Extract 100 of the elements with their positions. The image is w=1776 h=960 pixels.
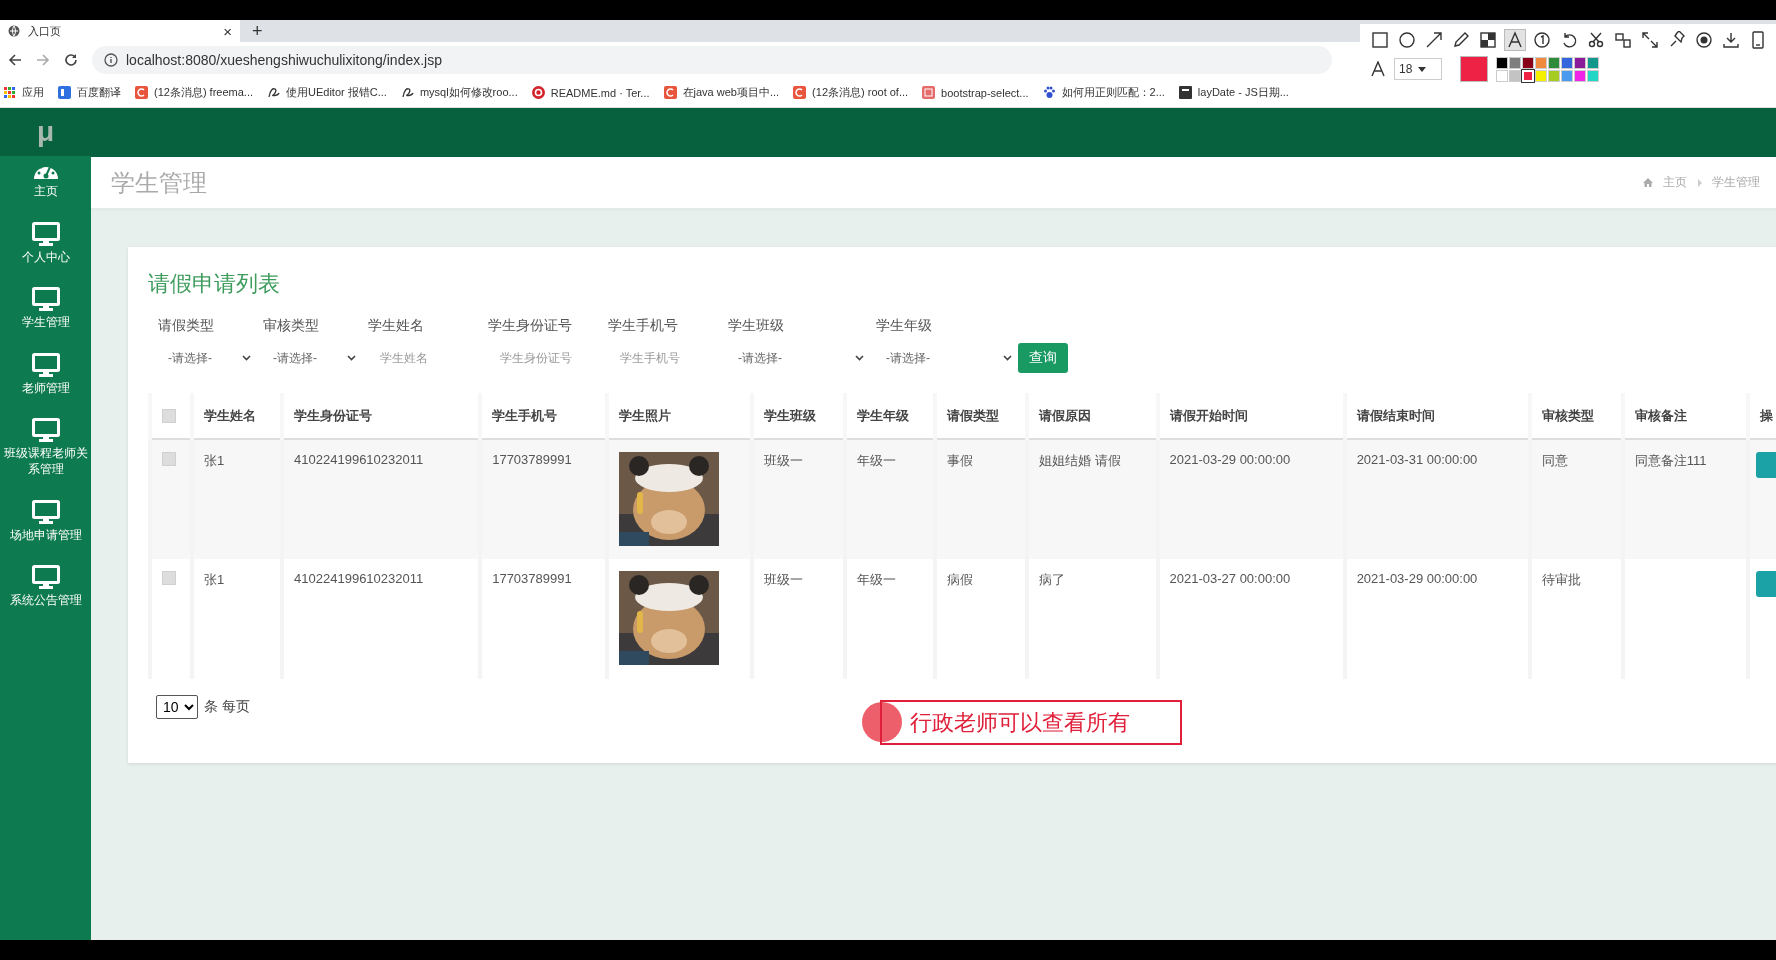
address-field[interactable]: localhost:8080/xueshengshiwuchulixitong/index.jsp (92, 46, 1332, 74)
c-logo-icon (135, 86, 148, 99)
tool-button[interactable] (1694, 30, 1714, 50)
sidebar-item[interactable]: 系统公告管理 (0, 555, 91, 621)
reload-icon[interactable] (64, 53, 78, 67)
bookmark-link[interactable]: 百度翻译 (58, 85, 121, 100)
page-size-dropdown[interactable]: 10 (156, 695, 198, 719)
tool-button[interactable] (1640, 30, 1660, 50)
bookmark-link[interactable]: 使用UEditor 报错C... (267, 85, 387, 100)
table-cell: 同意 (1529, 439, 1623, 559)
tool-button[interactable] (1397, 30, 1417, 50)
tab-title: 入口页 (28, 23, 62, 39)
tool-button[interactable] (1505, 30, 1525, 50)
filter-label: 学生身份证号 (488, 317, 573, 335)
font-size-dropdown[interactable]: 18 (1394, 58, 1442, 80)
card-title: 请假申请列表 (148, 270, 281, 298)
table-cell: 张1 (192, 559, 283, 679)
app-logo: μ (36, 116, 55, 148)
color-swatch[interactable] (1548, 56, 1560, 69)
action-button[interactable] (1755, 571, 1776, 597)
dashboard-icon (32, 166, 59, 180)
table-cell: 年级一 (845, 439, 936, 559)
color-swatch[interactable] (1561, 56, 1573, 69)
action-button[interactable] (1755, 452, 1776, 478)
sidebar-item[interactable]: 老师管理 (0, 342, 91, 409)
table-cell: 2021-03-29 00:00:00 (1344, 559, 1530, 679)
tool-button[interactable] (1613, 30, 1633, 50)
color-swatch[interactable] (1574, 56, 1586, 69)
table-cell: 年级一 (845, 559, 936, 679)
c-logo-icon (663, 86, 677, 99)
table-cell: 2021-03-27 00:00:00 (1157, 559, 1345, 679)
table-cell: 同意备注111 (1622, 439, 1748, 559)
tool-button[interactable] (1451, 30, 1471, 50)
color-swatch[interactable] (1587, 56, 1599, 69)
bookmark-link[interactable]: (12条消息) root of... (793, 85, 909, 100)
input-field[interactable]: 学生身份证号 (498, 350, 596, 366)
sidebar-item[interactable]: 班级课程老师关系管理 (0, 408, 91, 490)
sidebar-item[interactable]: 学生管理 (0, 277, 91, 343)
bookmark-link[interactable]: bootstrap-select... (922, 86, 1029, 99)
browser-tab[interactable]: 入口页 × (0, 20, 240, 42)
caret-icon (1418, 66, 1427, 72)
tool-button[interactable] (1532, 30, 1552, 50)
color-swatch[interactable] (1496, 69, 1508, 82)
bookmark-link[interactable]: mysql如何修改roo... (400, 85, 518, 100)
tool-button[interactable] (1721, 30, 1741, 50)
input-field[interactable]: 学生手机号 (618, 350, 716, 366)
bookmark-link[interactable]: README.md · Ter... (531, 86, 650, 99)
sidebar-item[interactable]: 个人中心 (0, 211, 91, 278)
current-color-swatch[interactable] (1460, 56, 1488, 82)
globe-icon (8, 25, 20, 37)
apps-icon (4, 86, 16, 99)
color-swatch[interactable] (1561, 69, 1573, 82)
table-cell: 2021-03-31 00:00:00 (1344, 439, 1530, 559)
row-checkbox[interactable] (162, 571, 176, 585)
table-cell: 病了 (1027, 559, 1158, 679)
input-field[interactable]: 学生姓名 (378, 350, 476, 366)
table-cell: 410224199610232011 (282, 439, 481, 559)
c-logo-icon (793, 86, 807, 99)
table-cell: 待审批 (1529, 559, 1623, 679)
bookmark-link[interactable]: (12条消息) freema... (135, 85, 254, 100)
tool-button[interactable] (1478, 30, 1498, 50)
monitor-icon (31, 221, 60, 246)
monitor-icon (31, 499, 60, 524)
color-swatch[interactable] (1548, 69, 1560, 82)
row-checkbox[interactable] (162, 452, 176, 466)
color-swatch[interactable] (1535, 56, 1547, 69)
swirl-icon (267, 86, 281, 99)
color-swatch[interactable] (1535, 69, 1547, 82)
bookmark-link[interactable]: 应用 (4, 85, 44, 100)
bookmark-link[interactable]: 如何用正则匹配：2... (1042, 85, 1165, 100)
color-swatch[interactable] (1574, 69, 1586, 82)
swirl-icon (400, 86, 414, 99)
color-swatch[interactable] (1496, 56, 1508, 69)
table-cell: 410224199610232011 (282, 559, 481, 679)
sidebar-item[interactable]: 场地申请管理 (0, 489, 91, 556)
bookmark-link[interactable]: layDate - JS日期... (1178, 85, 1289, 100)
close-tab-button[interactable]: × (223, 22, 232, 40)
color-swatch[interactable] (1509, 56, 1521, 69)
sidebar-item[interactable]: 主页 (0, 156, 91, 212)
tool-button[interactable] (1424, 30, 1444, 50)
tool-button[interactable] (1586, 30, 1606, 50)
url-text: localhost:8080/xueshengshiwuchulixitong/index.jsp (126, 52, 442, 68)
search-button[interactable]: 查询 (1018, 343, 1068, 373)
color-swatch[interactable] (1509, 69, 1521, 82)
filter-label: 审核类型 (263, 317, 320, 335)
monitor-icon (31, 287, 60, 312)
page-title: 学生管理 (111, 167, 207, 198)
bookmark-link[interactable]: 在java web项目中... (663, 85, 780, 100)
back-icon[interactable] (8, 53, 22, 67)
filter-label: 学生班级 (728, 317, 785, 335)
monitor-icon (31, 418, 60, 443)
color-swatch[interactable] (1587, 69, 1599, 82)
new-tab-button[interactable]: + (252, 20, 263, 42)
color-swatch[interactable] (1522, 56, 1534, 69)
chevron-down-icon (855, 355, 864, 361)
chevron-down-icon (242, 355, 251, 361)
table-cell: 2021-03-29 00:00:00 (1157, 439, 1345, 559)
table-cell: 班级一 (752, 559, 846, 679)
select-all-checkbox[interactable] (162, 408, 176, 423)
chevron-down-icon (1003, 355, 1012, 361)
